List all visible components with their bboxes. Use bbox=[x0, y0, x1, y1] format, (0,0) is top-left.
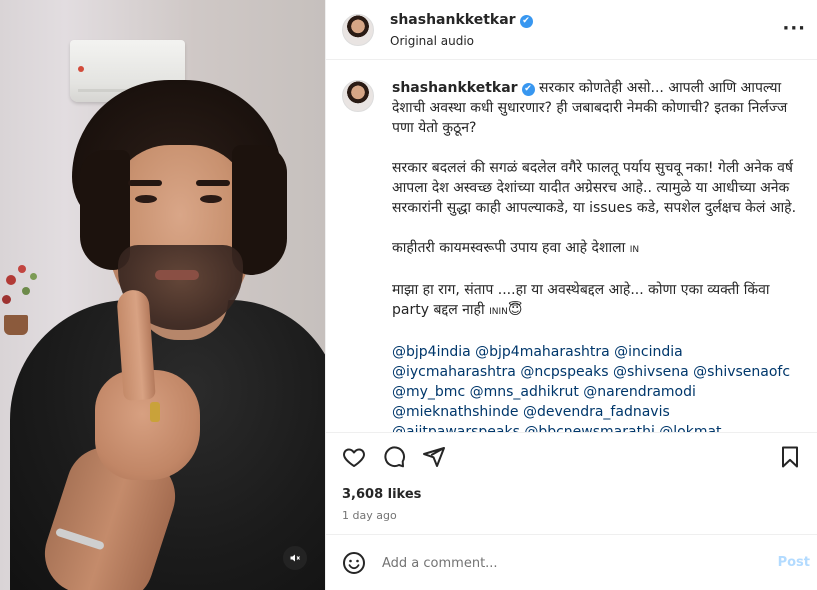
person-ring bbox=[150, 402, 160, 422]
likes-count[interactable]: 3,608 likes bbox=[342, 487, 421, 502]
plant-pot bbox=[4, 315, 28, 335]
comment-input[interactable] bbox=[382, 547, 742, 579]
caption-p3-text: काहीतरी कायमस्वरूपी उपाय हवा आहे देशाला bbox=[392, 240, 626, 256]
caption-paragraph-2: सरकार बदललं की सगळं बदलेल वगैरे फालतू पर… bbox=[392, 160, 798, 216]
avatar[interactable] bbox=[342, 14, 374, 46]
ac-indicator bbox=[78, 66, 84, 72]
header-user: shashankketkar ✔ bbox=[390, 12, 533, 28]
emoji-icon[interactable] bbox=[342, 551, 366, 575]
caption-paragraph-3: काहीतरी कायमस्वरूपी उपाय हवा आहे देशाला … bbox=[392, 238, 802, 260]
smile-emoji: 😇 bbox=[507, 302, 523, 318]
caption-avatar[interactable] bbox=[342, 80, 374, 112]
mute-button[interactable] bbox=[283, 546, 307, 570]
comment-icon[interactable] bbox=[382, 445, 406, 469]
caption-p4-text: माझा हा राग, संताप ....हा या अवस्थेबद्दल… bbox=[392, 282, 774, 318]
caption-paragraph-1: shashankketkar ✔ सरकार कोणतेही असो... आपल… bbox=[392, 78, 802, 138]
heart-icon[interactable] bbox=[342, 445, 366, 469]
share-icon[interactable] bbox=[422, 445, 446, 469]
save-icon[interactable] bbox=[778, 445, 802, 469]
flag-tag: IN bbox=[629, 245, 640, 255]
person-brow-left bbox=[128, 180, 162, 186]
person-eye-left bbox=[135, 195, 157, 203]
post-details-panel: shashankketkar ✔ Original audio ··· shash… bbox=[325, 0, 817, 590]
audio-label[interactable]: Original audio bbox=[390, 34, 474, 48]
person-brow-right bbox=[196, 180, 230, 186]
caption-mentions[interactable]: @bjp4india @bjp4maharashtra @incindia @i… bbox=[392, 342, 802, 432]
caption-section: shashankketkar ✔ सरकार कोणतेही असो... आपल… bbox=[326, 60, 817, 432]
verified-icon: ✔ bbox=[519, 15, 533, 28]
caption-username[interactable]: shashankketkar bbox=[392, 80, 518, 96]
flag-tag: ININ bbox=[489, 307, 508, 317]
post-header: shashankketkar ✔ Original audio ··· bbox=[326, 0, 817, 60]
person-mouth bbox=[155, 270, 199, 280]
caption-paragraph-4: माझा हा राग, संताप ....हा या अवस्थेबद्दल… bbox=[392, 280, 802, 322]
person-eye-right bbox=[200, 195, 222, 203]
post-actions: 3,608 likes 1 day ago bbox=[326, 432, 817, 546]
header-username[interactable]: shashankketkar bbox=[390, 12, 516, 28]
verified-icon: ✔ bbox=[521, 83, 535, 96]
speaker-muted-icon bbox=[290, 554, 300, 562]
post-comment-button[interactable]: Post bbox=[778, 555, 810, 570]
comment-composer: Post bbox=[326, 534, 817, 590]
post-timestamp[interactable]: 1 day ago bbox=[342, 509, 397, 522]
post-video[interactable] bbox=[0, 0, 325, 590]
caption-text: shashankketkar ✔ सरकार कोणतेही असो... आपल… bbox=[392, 78, 802, 432]
more-icon[interactable]: ··· bbox=[782, 18, 806, 39]
